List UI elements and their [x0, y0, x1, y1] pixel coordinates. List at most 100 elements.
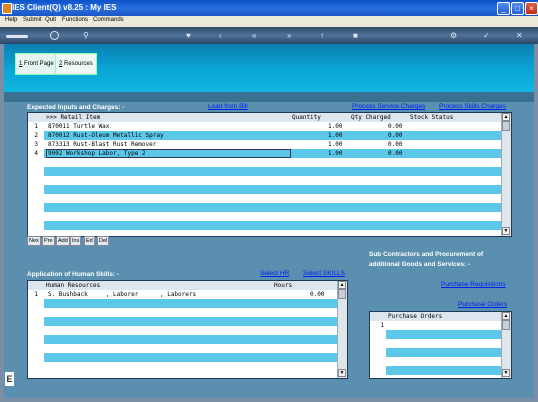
- row-number: 1: [34, 291, 38, 298]
- select-skills-link[interactable]: Select SKILLS: [303, 270, 345, 277]
- purchase-orders-vertical-scrollbar[interactable]: ▲ ▼: [501, 312, 511, 378]
- empty-row[interactable]: [386, 348, 501, 357]
- upload-icon[interactable]: ↑: [320, 31, 324, 40]
- subcontract-title-line1: Sub Contractors and Procurement of: [369, 251, 484, 258]
- next-button[interactable]: Nex: [27, 236, 41, 246]
- minimize-button[interactable]: _: [497, 2, 510, 15]
- column-header: Hours: [274, 282, 293, 289]
- empty-row[interactable]: [44, 317, 337, 326]
- quantity-cell[interactable]: 1.00: [328, 122, 342, 131]
- inputs-section-title: Expected Inputs and Charges: -: [27, 104, 125, 111]
- menu-commands[interactable]: Commands: [93, 17, 124, 23]
- empty-row[interactable]: [44, 203, 501, 212]
- table-row[interactable]: 3 873313 Rust-Blast Rust Remover 1.00 0.…: [28, 140, 501, 149]
- rewind-icon[interactable]: «: [252, 31, 256, 40]
- quantity-cell[interactable]: 1.00: [328, 140, 342, 149]
- toolbar: [0, 27, 538, 44]
- inputs-grid-header: >>> Retail Item Quantity Qty Charged Sto…: [28, 113, 501, 122]
- stop-icon[interactable]: ■: [353, 31, 358, 40]
- favorite-icon[interactable]: ♥: [186, 31, 191, 40]
- settings-icon[interactable]: ⚙: [450, 31, 457, 40]
- delete-button[interactable]: Del: [97, 236, 110, 246]
- close-button[interactable]: ×: [525, 2, 538, 15]
- column-header: Qty Charged: [351, 114, 391, 121]
- qty-charged-cell[interactable]: 0.00: [388, 149, 402, 158]
- forward-icon[interactable]: »: [287, 31, 291, 40]
- row-number: 4: [34, 150, 38, 157]
- table-row[interactable]: 1: [370, 321, 501, 330]
- retail-item-cell[interactable]: 870011 Turtle Wax: [48, 122, 109, 131]
- scroll-thumb[interactable]: [502, 121, 510, 131]
- column-header: Purchase Orders: [388, 313, 443, 320]
- insert-button[interactable]: Ins: [70, 236, 82, 246]
- panel-header-strip: [4, 92, 534, 102]
- previous-button[interactable]: Pre: [42, 236, 55, 246]
- scroll-thumb[interactable]: [338, 289, 346, 299]
- inputs-vertical-scrollbar[interactable]: ▲ ▼: [501, 113, 511, 236]
- quantity-cell[interactable]: 1.00: [328, 149, 342, 158]
- skills-section-title: Application of Human Skills: -: [27, 271, 120, 278]
- qty-charged-cell[interactable]: 0.00: [388, 122, 402, 131]
- table-row[interactable]: 2 870012 Rust-Oleum Metallic Spray 1.00 …: [34, 131, 501, 140]
- empty-row[interactable]: [44, 353, 337, 362]
- column-header: Human Resources: [46, 282, 101, 289]
- tab-resources[interactable]: 2 Resources: [55, 53, 97, 75]
- app-icon: [2, 3, 12, 14]
- side-tab-marker[interactable]: E: [5, 372, 14, 386]
- table-row[interactable]: 1 S. Bushback , Laborer , Laborers 0.00: [28, 290, 337, 299]
- empty-row[interactable]: [386, 330, 501, 339]
- table-row[interactable]: 1 870011 Turtle Wax 1.00 0.00: [28, 122, 501, 131]
- maximize-button[interactable]: □: [511, 2, 524, 15]
- process-skills-charges-link[interactable]: Process Skills Charges: [439, 103, 506, 110]
- retail-item-cell[interactable]: 870012 Rust-Oleum Metallic Spray: [48, 131, 164, 140]
- tab-front-page[interactable]: 1 Front Page: [15, 53, 56, 75]
- purchase-requisitions-link[interactable]: Purchase Requisitions: [441, 281, 506, 288]
- cancel-icon[interactable]: ✕: [516, 31, 523, 40]
- retail-item-cell[interactable]: 873313 Rust-Blast Rust Remover: [48, 140, 156, 149]
- column-header: >>> Retail Item: [46, 114, 101, 121]
- help-icon[interactable]: [50, 31, 59, 40]
- menu-quit[interactable]: Quit: [45, 17, 56, 23]
- scroll-up-button[interactable]: ▲: [502, 113, 510, 121]
- search-icon[interactable]: ⚲: [83, 31, 89, 40]
- tab-label: Front Page: [24, 61, 54, 67]
- scroll-up-button[interactable]: ▲: [502, 312, 510, 320]
- menu-submit[interactable]: Submit: [23, 17, 42, 23]
- process-service-charges-link[interactable]: Process Service Charges: [352, 103, 425, 110]
- qty-charged-cell[interactable]: 0.00: [388, 140, 402, 149]
- menu-help[interactable]: Help: [5, 17, 17, 23]
- quantity-cell[interactable]: 1.00: [328, 131, 342, 140]
- scroll-thumb[interactable]: [502, 320, 510, 330]
- subcontract-title-line2: additional Goods and Services: -: [369, 261, 471, 268]
- human-resource-cell[interactable]: S. Bushback , Laborer , Laborers: [48, 290, 196, 299]
- row-number: 1: [380, 322, 384, 329]
- empty-row[interactable]: [386, 366, 501, 375]
- empty-row[interactable]: [44, 221, 501, 230]
- qty-charged-cell[interactable]: 0.00: [388, 131, 402, 140]
- empty-row[interactable]: [44, 167, 501, 176]
- scroll-down-button[interactable]: ▼: [338, 369, 346, 377]
- select-hr-link[interactable]: Select HR: [260, 270, 289, 277]
- hours-cell[interactable]: 0.00: [310, 290, 324, 299]
- confirm-icon[interactable]: ✓: [483, 31, 490, 40]
- empty-row[interactable]: [44, 335, 337, 344]
- scroll-up-button[interactable]: ▲: [338, 281, 346, 289]
- table-row[interactable]: 4 9002 Workshop Labor, Type 2 1.00 0.00: [34, 149, 501, 158]
- key-icon[interactable]: [6, 35, 28, 38]
- edit-button[interactable]: Ed: [84, 236, 95, 246]
- retail-item-cell[interactable]: 9002 Workshop Labor, Type 2: [48, 149, 146, 158]
- back-icon[interactable]: ‹: [219, 31, 222, 40]
- menu-functions[interactable]: Functions: [62, 17, 88, 23]
- tab-key: 2: [59, 61, 63, 67]
- tab-key: 1: [19, 61, 23, 67]
- row-number: 1: [34, 123, 38, 130]
- tab-label: Resources: [64, 61, 93, 67]
- load-from-bill-link[interactable]: Load from Bill: [208, 103, 248, 110]
- skills-vertical-scrollbar[interactable]: ▲ ▼: [337, 281, 347, 378]
- empty-row[interactable]: [44, 185, 501, 194]
- add-button[interactable]: Add: [56, 236, 70, 246]
- purchase-orders-link[interactable]: Purchase Orders: [458, 301, 507, 308]
- scroll-down-button[interactable]: ▼: [502, 227, 510, 235]
- scroll-down-button[interactable]: ▼: [502, 369, 510, 377]
- empty-row[interactable]: [44, 299, 337, 308]
